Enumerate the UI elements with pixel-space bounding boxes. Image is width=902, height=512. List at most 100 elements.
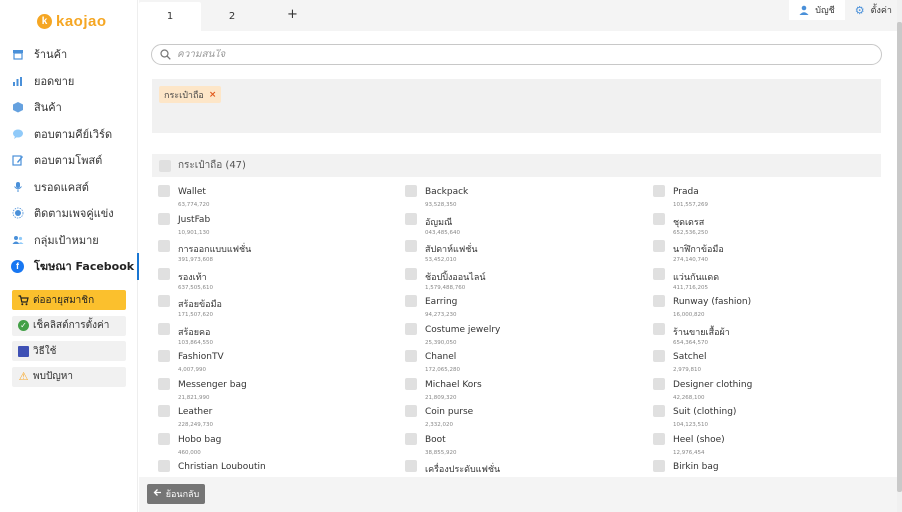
interest-checkbox[interactable] bbox=[405, 322, 417, 335]
interest-checkbox[interactable] bbox=[653, 240, 665, 252]
sidebar-item-post-reply[interactable]: ตอบตามโพสต์ bbox=[0, 147, 138, 174]
select-all-checkbox[interactable] bbox=[159, 159, 171, 172]
interest-checkbox[interactable] bbox=[405, 267, 417, 280]
interest-item[interactable]: สร้อยข้อมือ 171,507,620 bbox=[158, 294, 398, 322]
interest-item[interactable]: Coin purse 2,332,020 bbox=[405, 404, 645, 432]
interest-item[interactable]: ชุดเดรส 652,536,250 bbox=[653, 212, 888, 240]
interest-item[interactable]: Wallet 63,774,720 bbox=[158, 184, 398, 212]
interest-item[interactable]: Christian Louboutin bbox=[158, 459, 398, 476]
interest-item[interactable]: สัปดาห์แฟชั่น 53,452,010 bbox=[405, 239, 645, 267]
interest-checkbox[interactable] bbox=[158, 460, 170, 472]
interest-checkbox[interactable] bbox=[158, 322, 170, 335]
how-to-button[interactable]: วิธีใช้ bbox=[12, 341, 126, 361]
interest-item[interactable]: Costume jewelry 25,390,050 bbox=[405, 322, 645, 350]
back-button[interactable]: ย้อนกลับ bbox=[147, 484, 205, 504]
add-tab-button[interactable]: + bbox=[287, 7, 298, 22]
report-problem-button[interactable]: ⚠ พบปัญหา bbox=[12, 366, 126, 387]
interest-item[interactable]: Backpack 93,528,350 bbox=[405, 184, 645, 212]
interest-item[interactable]: สร้อยคอ 103,864,550 bbox=[158, 322, 398, 350]
interest-checkbox[interactable] bbox=[653, 212, 665, 225]
close-icon[interactable]: × bbox=[209, 90, 217, 100]
interest-item[interactable]: Chanel 172,065,280 bbox=[405, 349, 645, 377]
group-header: กระเป๋าถือ (47) bbox=[152, 154, 881, 177]
interest-checkbox[interactable] bbox=[653, 267, 665, 280]
interest-checkbox[interactable] bbox=[158, 350, 170, 362]
page-scrollbar[interactable] bbox=[897, 0, 902, 512]
interest-item[interactable]: JustFab 10,901,130 bbox=[158, 212, 398, 240]
interest-item[interactable]: Messenger bag 21,821,990 bbox=[158, 377, 398, 405]
interest-checkbox[interactable] bbox=[158, 185, 170, 197]
interest-checkbox[interactable] bbox=[158, 295, 170, 307]
interest-checkbox[interactable] bbox=[158, 240, 170, 252]
interest-item[interactable]: FashionTV 4,007,990 bbox=[158, 349, 398, 377]
interest-checkbox[interactable] bbox=[158, 212, 170, 225]
interest-item[interactable]: Birkin bag bbox=[653, 459, 888, 476]
interest-item[interactable]: Heel (shoe) 12,976,454 bbox=[653, 432, 888, 460]
interest-item[interactable]: Prada 101,557,269 bbox=[653, 184, 888, 212]
settings-checklist-button[interactable]: ✓ เช็คลิสต์การตั้งค่า bbox=[12, 315, 126, 336]
interest-checkbox[interactable] bbox=[158, 377, 170, 390]
interest-checkbox[interactable] bbox=[158, 405, 170, 417]
account-button[interactable]: บัญชี bbox=[789, 0, 845, 20]
tab-1[interactable]: 1 bbox=[139, 2, 201, 31]
sidebar-item-sales[interactable]: ยอดขาย bbox=[0, 68, 138, 95]
interest-audience-size: 2,332,020 bbox=[425, 422, 453, 428]
sidebar-item-competitor[interactable]: ติดตามเพจคู่แข่ง bbox=[0, 200, 138, 227]
sidebar-item-products[interactable]: สินค้า bbox=[0, 94, 138, 121]
interest-checkbox[interactable] bbox=[405, 460, 417, 472]
interest-name: Suit (clothing) bbox=[673, 407, 737, 417]
interest-checkbox[interactable] bbox=[653, 377, 665, 390]
interest-item[interactable]: Earring 94,273,230 bbox=[405, 294, 645, 322]
sidebar-item-facebook-ads[interactable]: f โฆษณา Facebook bbox=[0, 253, 139, 280]
interest-item[interactable]: นาฬิกาข้อมือ 274,140,740 bbox=[653, 239, 888, 267]
sidebar-item-broadcast[interactable]: บรอดแคสต์ bbox=[0, 174, 138, 201]
interest-checkbox[interactable] bbox=[653, 460, 665, 472]
interest-item[interactable]: Boot 38,855,920 bbox=[405, 432, 645, 460]
interest-checkbox[interactable] bbox=[405, 350, 417, 362]
interest-checkbox[interactable] bbox=[405, 212, 417, 225]
interest-item[interactable]: Satchel 2,979,810 bbox=[653, 349, 888, 377]
interest-checkbox[interactable] bbox=[405, 405, 417, 417]
search-box[interactable] bbox=[151, 44, 882, 65]
tab-2[interactable]: 2 bbox=[201, 2, 263, 31]
settings-button[interactable]: ⚙ ตั้งค่า bbox=[844, 0, 902, 20]
interest-checkbox[interactable] bbox=[405, 377, 417, 390]
interest-item[interactable]: ช้อปปิ้งออนไลน์ 1,579,488,760 bbox=[405, 267, 645, 295]
sidebar-item-store[interactable]: ร้านค้า bbox=[0, 41, 138, 68]
interest-item[interactable]: Hobo bag 460,000 bbox=[158, 432, 398, 460]
interest-checkbox[interactable] bbox=[653, 350, 665, 362]
interest-checkbox[interactable] bbox=[158, 432, 170, 445]
interest-checkbox[interactable] bbox=[405, 432, 417, 445]
interest-item[interactable]: อัญมณี 043,485,640 bbox=[405, 212, 645, 240]
interest-checkbox[interactable] bbox=[405, 295, 417, 307]
sidebar-item-keyword-reply[interactable]: ตอบตามคีย์เวิร์ด bbox=[0, 121, 138, 148]
interest-item[interactable]: Runway (fashion) 16,000,820 bbox=[653, 294, 888, 322]
interest-audience-size: 16,000,820 bbox=[673, 312, 705, 318]
logo[interactable]: k kaojao bbox=[37, 12, 107, 30]
facebook-icon: f bbox=[11, 259, 24, 273]
interest-item[interactable]: เครื่องประดับแฟชั่น bbox=[405, 459, 645, 476]
interest-item[interactable]: แว่นกันแดด 411,716,205 bbox=[653, 267, 888, 295]
interest-item[interactable]: Suit (clothing) 104,123,510 bbox=[653, 404, 888, 432]
interest-checkbox[interactable] bbox=[158, 267, 170, 280]
interest-checkbox[interactable] bbox=[653, 432, 665, 445]
interest-item[interactable]: Michael Kors 21,809,320 bbox=[405, 377, 645, 405]
scrollbar-thumb[interactable] bbox=[897, 22, 902, 492]
tab-label: 2 bbox=[228, 11, 236, 22]
interest-checkbox[interactable] bbox=[653, 295, 665, 307]
interest-checkbox[interactable] bbox=[405, 185, 417, 197]
interest-checkbox[interactable] bbox=[653, 185, 665, 197]
interest-chip[interactable]: กระเป๋าถือ × bbox=[159, 86, 222, 103]
interest-checkbox[interactable] bbox=[405, 240, 417, 252]
interest-item[interactable]: การออกแบบแฟชั่น 391,973,608 bbox=[158, 239, 398, 267]
interest-item[interactable]: Designer clothing 42,268,100 bbox=[653, 377, 888, 405]
interest-item[interactable]: Leather 228,249,730 bbox=[158, 404, 398, 432]
interest-item[interactable]: รองเท้า 637,505,610 bbox=[158, 267, 398, 295]
search-input[interactable] bbox=[177, 49, 777, 60]
sidebar-item-audience[interactable]: กลุ่มเป้าหมาย bbox=[0, 227, 138, 254]
interest-checkbox[interactable] bbox=[653, 322, 665, 335]
interest-checkbox[interactable] bbox=[653, 405, 665, 417]
renew-membership-button[interactable]: ต่ออายุสมาชิก bbox=[12, 290, 126, 310]
interest-item[interactable]: ร้านขายเสื้อผ้า 654,364,570 bbox=[653, 322, 888, 350]
interest-column: Wallet 63,774,720 JustFab 10,901,130 การออกแ… bbox=[158, 184, 398, 476]
